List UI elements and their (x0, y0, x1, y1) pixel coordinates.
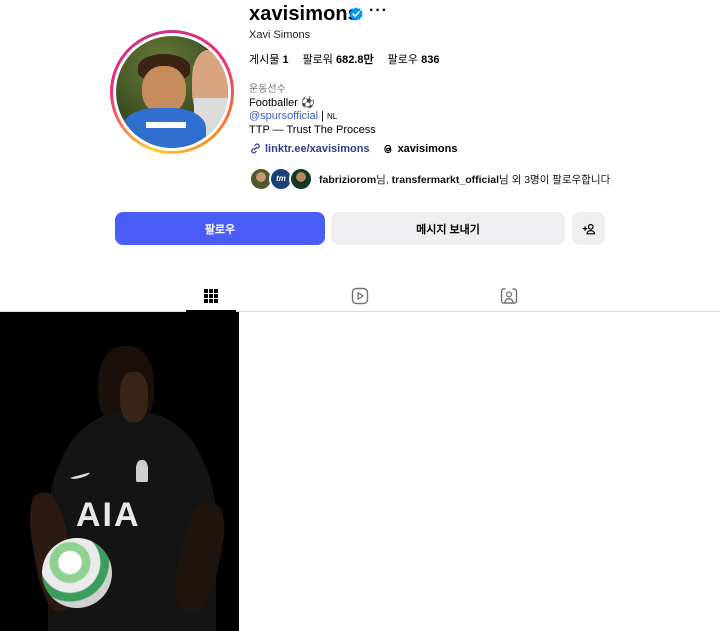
sponsor-text: AIA (76, 496, 141, 534)
tagged-icon (500, 288, 518, 304)
following-count[interactable]: 팔로우 836 (388, 51, 440, 67)
followed-by-text: fabriziorom님, transfermarkt_official님 외 … (319, 173, 611, 186)
verified-badge-icon (349, 7, 363, 21)
avatar-photo-face (142, 66, 186, 114)
avatar-border (113, 33, 231, 151)
avatar[interactable] (116, 36, 228, 148)
link-icon (251, 143, 260, 154)
tab-reels[interactable] (335, 281, 385, 311)
bio-separator: | (318, 110, 328, 122)
add-person-icon (582, 223, 595, 234)
message-button[interactable]: 메시지 보내기 (331, 212, 565, 245)
mention-link[interactable]: @spursofficial (249, 110, 318, 122)
country-code: NL (327, 112, 338, 121)
tab-posts[interactable] (186, 281, 236, 311)
bio-line-footballer: Footballer ⚽ (249, 97, 315, 109)
full-name: Xavi Simons (249, 29, 311, 41)
bio-line-club: @spursofficial | NL (249, 110, 337, 122)
profile-avatar-ring[interactable] (110, 30, 234, 154)
tab-tagged[interactable] (484, 281, 534, 311)
username: xavisimons (249, 3, 359, 25)
posts-count: 게시물 1 (249, 54, 289, 66)
grid-icon (204, 289, 218, 303)
external-link[interactable]: linktr.ee/xavisimons (265, 143, 370, 155)
football-ball (42, 538, 112, 608)
bio-line-motto: TTP — Trust The Process (249, 124, 376, 136)
avatar-photo-stripe (146, 122, 186, 128)
profile-stats: 게시물 1 팔로워 682.8만 팔로우 836 (249, 51, 439, 67)
follower-avatar (289, 167, 313, 191)
followers-count[interactable]: 팔로워 682.8만 (303, 51, 374, 67)
post-thumbnail[interactable]: AIA (0, 312, 239, 631)
followed-by[interactable]: tm fabriziorom님, transfermarkt_official님… (249, 167, 610, 191)
threads-icon[interactable] (382, 143, 394, 155)
threads-link[interactable]: xavisimons (398, 143, 458, 155)
avatar-photo-jersey (122, 108, 206, 148)
follow-button[interactable]: 팔로우 (115, 212, 325, 245)
club-crest (136, 460, 148, 482)
category-label: 운동선수 (249, 84, 286, 95)
more-options-button[interactable]: ··· (369, 2, 388, 20)
suggest-person-button[interactable] (572, 212, 605, 245)
profile-links: linktr.ee/xavisimons xavisimons (249, 142, 457, 155)
reels-icon (351, 287, 369, 305)
post-photo-face (120, 372, 148, 422)
